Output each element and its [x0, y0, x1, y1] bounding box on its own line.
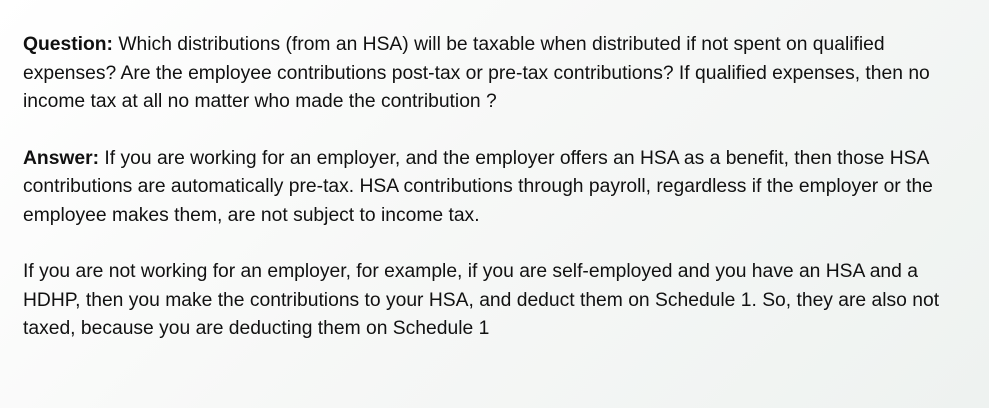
answer-text: If you are working for an employer, and … — [23, 147, 933, 226]
answer-label: Answer: — [23, 147, 100, 169]
self-employed-paragraph: If you are not working for an employer, … — [23, 258, 965, 344]
question-paragraph: Question: Which distributions (from an H… — [23, 31, 965, 117]
question-label: Question: — [23, 34, 113, 55]
self-employed-text: If you are not working for an employer, … — [23, 261, 940, 339]
document-page: Question: Which distributions (from an H… — [0, 0, 989, 408]
question-text: Which distributions (from an HSA) will b… — [23, 34, 930, 112]
answer-paragraph: Answer: If you are working for an employ… — [23, 145, 965, 231]
